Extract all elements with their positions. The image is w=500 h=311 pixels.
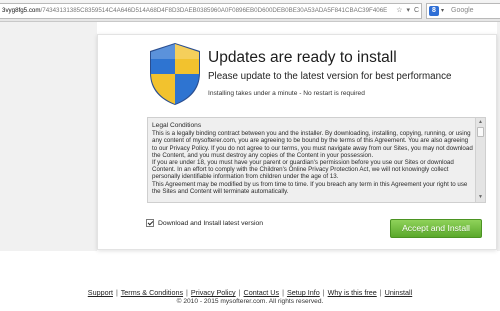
scroll-thumb[interactable] xyxy=(477,127,484,137)
license-paragraph: This is a legally binding contract betwe… xyxy=(152,130,473,159)
license-heading: Legal Conditions xyxy=(152,122,202,129)
url-path: /74343131385C8359514C4A646D514A68D4F8D3D… xyxy=(40,7,388,14)
license-box[interactable]: Legal Conditions This is a legally bindi… xyxy=(147,117,486,203)
footer-link-support[interactable]: Support xyxy=(88,288,113,297)
address-bar[interactable]: 3vyg8fg5.com/74343131385C8359514C4A646D5… xyxy=(0,3,422,19)
url-host: 3vyg8fg5.com xyxy=(2,7,41,14)
install-checkbox-row[interactable]: Download and Install latest version xyxy=(146,218,263,228)
footer-separator: | xyxy=(186,288,188,297)
installer-panel: Updates are ready to install Please upda… xyxy=(97,34,497,250)
install-checkbox[interactable] xyxy=(146,219,154,227)
reload-icon[interactable]: C xyxy=(414,7,419,14)
footer-link-contact[interactable]: Contact Us xyxy=(244,288,280,297)
search-engine-icon[interactable]: 8 xyxy=(429,6,439,16)
footer-link-terms[interactable]: Terms & Conditions xyxy=(121,288,183,297)
license-scrollbar[interactable]: ▲ ▼ xyxy=(475,118,485,202)
page-title: Updates are ready to install xyxy=(208,49,397,66)
license-paragraph: If you are under 18, you must have your … xyxy=(152,159,454,181)
license-text: Legal Conditions This is a legally bindi… xyxy=(152,122,474,195)
accept-and-install-button[interactable]: Accept and Install xyxy=(390,219,482,238)
url-actions: ☆ ▾ C xyxy=(394,4,419,18)
install-note: Installing takes under a minute - No res… xyxy=(208,90,365,97)
footer-copyright: © 2010 - 2015 mysofterer.com. All rights… xyxy=(176,298,324,305)
scroll-down-arrow-icon[interactable]: ▼ xyxy=(477,194,484,201)
search-bar[interactable]: 8 ▾ Google xyxy=(426,3,500,19)
license-paragraph: This Agreement may be modified by us fro… xyxy=(152,180,468,195)
install-checkbox-label: Download and Install latest version xyxy=(158,219,264,227)
search-input[interactable]: Google xyxy=(451,4,474,18)
footer-separator: | xyxy=(379,288,382,297)
footer-links: Support | Terms & Conditions | Privacy P… xyxy=(0,288,500,297)
windows-shield-icon xyxy=(150,43,200,105)
footer-link-setup-info[interactable]: Setup Info xyxy=(287,288,320,297)
scroll-up-arrow-icon[interactable]: ▲ xyxy=(477,119,484,126)
footer-separator: | xyxy=(115,288,118,297)
page-subtitle: Please update to the latest version for … xyxy=(208,71,452,82)
footer-link-why-free[interactable]: Why is this free xyxy=(328,288,377,297)
search-engine-dropdown-icon[interactable]: ▾ xyxy=(441,4,444,18)
browser-toolbar: 3vyg8fg5.com/74343131385C8359514C4A646D5… xyxy=(0,0,500,22)
footer-link-uninstall[interactable]: Uninstall xyxy=(385,288,413,297)
history-dropdown-icon[interactable]: ▾ xyxy=(406,7,410,14)
footer-separator: | xyxy=(282,288,284,297)
bookmark-star-icon[interactable]: ☆ xyxy=(396,7,402,14)
page-gutter-left xyxy=(0,22,97,251)
footer-separator: | xyxy=(238,288,241,297)
footer-separator: | xyxy=(322,288,325,297)
footer-link-privacy[interactable]: Privacy Policy xyxy=(191,288,236,297)
